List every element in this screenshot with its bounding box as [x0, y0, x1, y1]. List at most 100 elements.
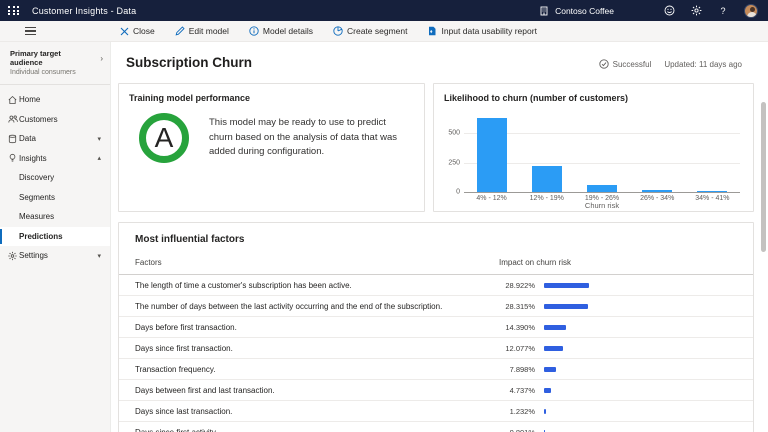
app-title: Customer Insights - Data: [32, 6, 136, 16]
factor-label: Days since first transaction.: [135, 344, 499, 353]
factor-label: Days since last transaction.: [135, 407, 499, 416]
factors-table-header: Factors Impact on churn risk: [119, 253, 753, 275]
table-row: Days between first and last transaction.…: [119, 380, 753, 401]
sidebar-item-insights[interactable]: Insights ▴: [0, 149, 110, 169]
model-grade-badge: A: [139, 113, 189, 163]
report-document-icon: [427, 26, 437, 36]
top-bar: Customer Insights - Data Contoso Coffee …: [0, 0, 768, 21]
page-title: Subscription Churn: [126, 55, 252, 70]
database-icon: [8, 134, 17, 143]
app-window: Customer Insights - Data Contoso Coffee …: [0, 0, 768, 432]
close-button[interactable]: Close: [110, 21, 165, 42]
feedback-smiley-icon[interactable]: [663, 5, 675, 17]
chart-bar: [697, 191, 727, 193]
chart-bar: [477, 118, 507, 192]
influential-factors-card: Most influential factors Factors Impact …: [118, 222, 754, 432]
impact-percentage: 28.922%: [499, 281, 535, 290]
table-row: Days since last transaction. 1.232%: [119, 401, 753, 422]
edit-pencil-icon: [175, 26, 185, 36]
chevron-down-icon: ▾: [97, 135, 101, 143]
chevron-right-icon: ›: [100, 54, 103, 63]
command-bar: Close Edit model Model details Create se…: [0, 21, 768, 42]
sidebar-nav: Primary target audience Individual consu…: [0, 42, 110, 432]
sidebar-item-predictions[interactable]: Predictions: [0, 227, 110, 247]
settings-gear-icon[interactable]: [690, 5, 702, 17]
impact-percentage: 4.737%: [499, 386, 535, 395]
y-axis-tick: 500: [448, 130, 460, 137]
table-row: Transaction frequency. 7.898%: [119, 359, 753, 380]
factor-label: Days before first transaction.: [135, 323, 499, 332]
organization-icon: [538, 5, 550, 17]
impact-percentage: 7.898%: [499, 365, 535, 374]
sidebar-item-customers[interactable]: Customers: [0, 110, 110, 130]
status-badge: Successful: [599, 59, 652, 69]
updated-timestamp: Updated: 11 days ago: [664, 60, 742, 69]
sidebar-toggle-hamburger-icon[interactable]: [25, 25, 36, 37]
impact-bar: [544, 325, 566, 330]
chevron-up-icon: ▴: [97, 154, 101, 162]
factor-label: The number of days between the last acti…: [135, 302, 499, 311]
audience-subtitle: Individual consumers: [10, 69, 92, 76]
sidebar-item-discovery[interactable]: Discovery: [0, 168, 110, 188]
help-icon[interactable]: ?: [717, 5, 729, 17]
column-header-factors: Factors: [135, 258, 499, 267]
training-performance-card: Training model performance A This model …: [118, 83, 425, 212]
factor-label: Days since first activity.: [135, 428, 499, 432]
sidebar-item-measures[interactable]: Measures: [0, 207, 110, 227]
impact-bar: [544, 304, 588, 309]
table-row: Days since first activity. 0.801%: [119, 422, 753, 432]
impact-percentage: 12.077%: [499, 344, 535, 353]
chart-bar: [642, 190, 672, 192]
input-data-usability-report-button[interactable]: Input data usability report: [417, 21, 546, 42]
info-icon: [249, 26, 259, 36]
model-grade-description: This model may be ready to use to predic…: [209, 116, 397, 160]
impact-percentage: 28.315%: [499, 302, 535, 311]
lightbulb-icon: [8, 154, 17, 163]
impact-percentage: 0.801%: [499, 428, 535, 432]
table-row: Days since first transaction. 12.077%: [119, 338, 753, 359]
close-icon: [120, 27, 129, 36]
success-check-icon: [599, 59, 609, 69]
y-axis-tick: 0: [456, 189, 460, 196]
factor-label: Days between first and last transaction.: [135, 386, 499, 395]
impact-percentage: 14.390%: [499, 323, 535, 332]
sidebar-item-settings[interactable]: Settings ▾: [0, 246, 110, 266]
chart-bar: [587, 185, 617, 192]
create-segment-button[interactable]: Create segment: [323, 21, 417, 42]
factors-card-title: Most influential factors: [119, 223, 753, 253]
churn-likelihood-card: Likelihood to churn (number of customers…: [433, 83, 754, 212]
chart-x-axis-label: Churn risk: [464, 201, 740, 210]
sidebar-item-data[interactable]: Data ▾: [0, 129, 110, 149]
performance-card-title: Training model performance: [119, 84, 424, 107]
churn-bar-chart: 02505004% - 12%12% - 19%19% - 26%26% - 3…: [464, 110, 740, 192]
impact-bar: [544, 283, 589, 288]
factor-label: Transaction frequency.: [135, 365, 499, 374]
impact-bar: [544, 367, 556, 372]
chevron-down-icon: ▾: [97, 252, 101, 260]
column-header-impact: Impact on churn risk: [499, 258, 571, 267]
y-axis-tick: 250: [448, 159, 460, 166]
table-row: The length of time a customer's subscrip…: [119, 275, 753, 296]
main-content: Subscription Churn Successful Updated: 1…: [110, 42, 768, 432]
impact-bar: [544, 346, 563, 351]
model-details-button[interactable]: Model details: [239, 21, 323, 42]
impact-bar: [544, 409, 546, 414]
factors-table-body: The length of time a customer's subscrip…: [119, 275, 753, 432]
user-avatar[interactable]: [744, 4, 758, 18]
sidebar-item-segments[interactable]: Segments: [0, 188, 110, 208]
impact-bar: [544, 388, 551, 393]
vertical-scrollbar[interactable]: [761, 102, 766, 252]
audience-switcher[interactable]: Primary target audience Individual consu…: [0, 42, 110, 85]
customers-icon: [8, 115, 17, 124]
environment-name: Contoso Coffee: [555, 6, 614, 16]
chart-title: Likelihood to churn (number of customers…: [434, 84, 753, 107]
chart-bar: [532, 166, 562, 192]
home-icon: [8, 95, 17, 104]
edit-model-button[interactable]: Edit model: [165, 21, 239, 42]
audience-title: Primary target audience: [10, 49, 92, 67]
impact-percentage: 1.232%: [499, 407, 535, 416]
environment-picker[interactable]: Contoso Coffee: [538, 5, 614, 17]
app-launcher-waffle-icon[interactable]: [8, 6, 20, 15]
gridline: [464, 192, 740, 193]
sidebar-item-home[interactable]: Home: [0, 90, 110, 110]
